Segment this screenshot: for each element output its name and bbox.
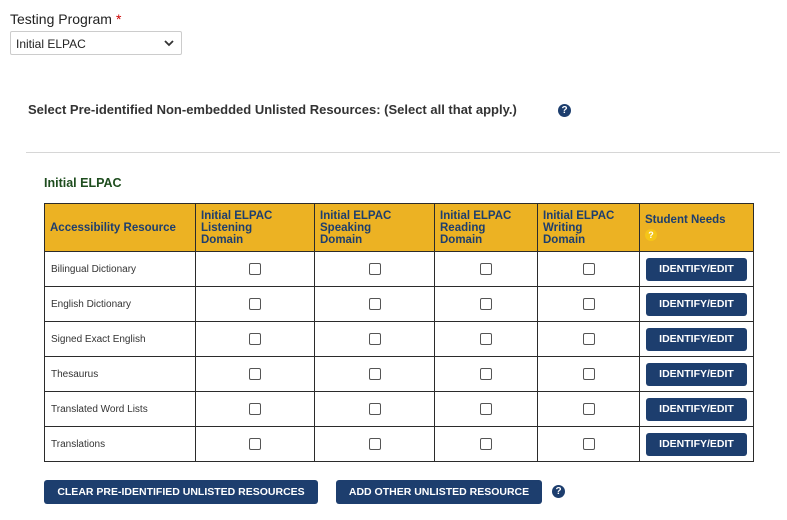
writing-checkbox[interactable] [582, 438, 595, 450]
col-reading-line2: Reading [440, 221, 486, 234]
speaking-checkbox[interactable] [368, 263, 381, 275]
reading-checkbox[interactable] [480, 438, 492, 450]
col-student-needs-label: Student Needs [645, 213, 726, 226]
table-row: Thesaurus IDENTIFY/EDIT [44, 356, 754, 392]
question-circle-icon[interactable]: ? [645, 228, 657, 241]
section-title: Initial ELPAC [44, 176, 122, 190]
testing-program-select[interactable]: Initial ELPAC [10, 31, 182, 55]
testing-program-label: Testing Program * [10, 11, 121, 27]
resource-name: Bilingual Dictionary [44, 251, 196, 287]
table-row: English Dictionary IDENTIFY/EDIT [44, 286, 754, 322]
col-speaking-line3: Domain [320, 233, 363, 246]
identify-edit-button[interactable]: IDENTIFY/EDIT [646, 362, 747, 386]
listening-checkbox[interactable] [249, 403, 261, 415]
resource-name: Translated Word Lists [44, 391, 196, 427]
col-listening-line2: Listening [201, 221, 253, 234]
question-circle-icon[interactable]: ? [558, 104, 571, 117]
reading-checkbox[interactable] [480, 263, 492, 275]
chevron-down-icon [164, 40, 174, 47]
col-writing-line3: Domain [543, 233, 586, 246]
listening-checkbox[interactable] [249, 263, 261, 275]
writing-checkbox[interactable] [582, 263, 595, 275]
speaking-checkbox[interactable] [368, 368, 381, 380]
speaking-checkbox[interactable] [368, 298, 381, 310]
identify-edit-button[interactable]: IDENTIFY/EDIT [646, 397, 747, 421]
speaking-checkbox[interactable] [368, 403, 381, 415]
col-speaking: Initial ELPAC Speaking Domain [314, 203, 435, 252]
writing-checkbox[interactable] [582, 403, 595, 415]
divider [26, 152, 780, 153]
writing-checkbox[interactable] [582, 298, 595, 310]
resource-name: Thesaurus [44, 356, 196, 392]
col-writing-line1: Initial ELPAC [543, 209, 615, 222]
speaking-checkbox[interactable] [368, 438, 381, 450]
col-listening-line3: Domain [201, 233, 244, 246]
identify-edit-button[interactable]: IDENTIFY/EDIT [646, 292, 747, 316]
col-writing: Initial ELPAC Writing Domain [537, 203, 640, 252]
identify-edit-button[interactable]: IDENTIFY/EDIT [646, 257, 747, 281]
clear-unlisted-resources-button[interactable]: CLEAR PRE-IDENTIFIED UNLISTED RESOURCES [44, 480, 318, 504]
listening-checkbox[interactable] [249, 298, 261, 310]
col-listening: Initial ELPAC Listening Domain [195, 203, 315, 252]
col-speaking-line2: Speaking [320, 221, 372, 234]
reading-checkbox[interactable] [480, 333, 492, 345]
resource-name: Signed Exact English [44, 321, 196, 357]
col-student-needs: Student Needs ? [639, 203, 754, 252]
col-reading-line3: Domain [440, 233, 483, 246]
table-header-row: Accessibility Resource Initial ELPAC Lis… [44, 203, 754, 252]
writing-checkbox[interactable] [582, 368, 595, 380]
question-circle-icon[interactable]: ? [552, 485, 565, 498]
reading-checkbox[interactable] [480, 368, 492, 380]
required-asterisk: * [115, 11, 122, 27]
col-accessibility-resource: Accessibility Resource [44, 203, 196, 252]
writing-checkbox[interactable] [582, 333, 595, 345]
testing-program-label-text: Testing Program [10, 11, 112, 27]
listening-checkbox[interactable] [249, 368, 261, 380]
listening-checkbox[interactable] [249, 438, 261, 450]
reading-checkbox[interactable] [480, 403, 492, 415]
resource-name: English Dictionary [44, 286, 196, 322]
speaking-checkbox[interactable] [368, 333, 381, 345]
resource-prompt: Select Pre-identified Non-embedded Unlis… [28, 102, 517, 117]
table-row: Bilingual Dictionary IDENTIFY/EDIT [44, 251, 754, 287]
col-reading-line1: Initial ELPAC [440, 209, 512, 222]
col-writing-line2: Writing [543, 221, 583, 234]
identify-edit-button[interactable]: IDENTIFY/EDIT [646, 327, 747, 351]
resource-name: Translations [44, 426, 196, 462]
col-reading: Initial ELPAC Reading Domain [434, 203, 538, 252]
add-unlisted-resource-button[interactable]: ADD OTHER UNLISTED RESOURCE [336, 480, 542, 504]
table-row: Translations IDENTIFY/EDIT [44, 426, 754, 462]
identify-edit-button[interactable]: IDENTIFY/EDIT [646, 432, 747, 456]
table-row: Signed Exact English IDENTIFY/EDIT [44, 321, 754, 357]
col-listening-line1: Initial ELPAC [201, 209, 273, 222]
resources-table: Accessibility Resource Initial ELPAC Lis… [44, 203, 754, 462]
reading-checkbox[interactable] [480, 298, 492, 310]
col-speaking-line1: Initial ELPAC [320, 209, 392, 222]
listening-checkbox[interactable] [249, 333, 261, 345]
testing-program-selected: Initial ELPAC [16, 37, 86, 51]
table-row: Translated Word Lists IDENTIFY/EDIT [44, 391, 754, 427]
